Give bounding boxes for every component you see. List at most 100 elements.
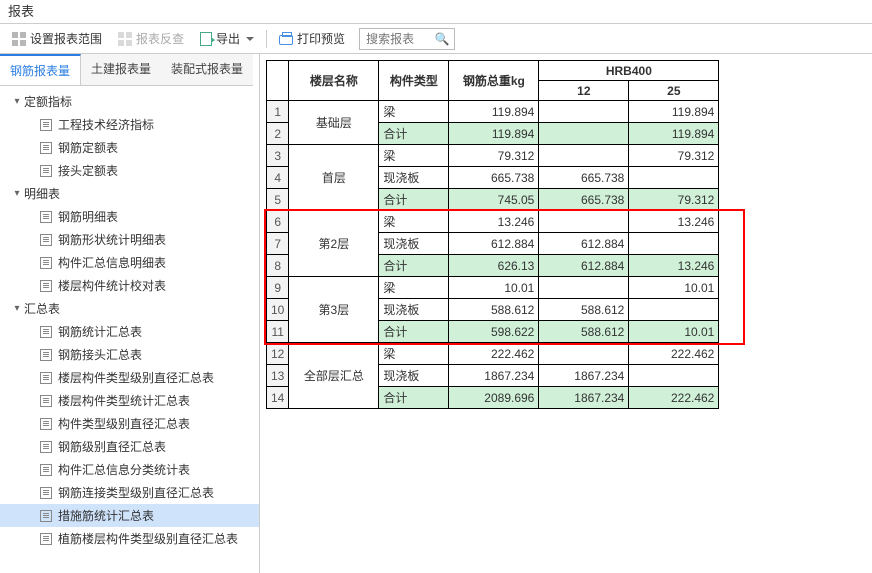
grid-icon <box>12 32 26 46</box>
tree-item-label: 钢筋明细表 <box>58 208 118 225</box>
report-tree: ▾定额指标工程技术经济指标钢筋定额表接头定额表 ▾明细表钢筋明细表钢筋形状统计明细… <box>0 86 259 573</box>
print-preview-button[interactable]: 打印预览 <box>273 27 351 51</box>
tree-item-label: 植筋楼层构件类型级别直径汇总表 <box>58 530 238 547</box>
row-number: 1 <box>267 101 289 123</box>
tree-item[interactable]: 钢筋统计汇总表 <box>0 320 259 343</box>
search-icon[interactable]: 🔍 <box>430 32 454 46</box>
tree-item-label: 接头定额表 <box>58 162 118 179</box>
d12-cell: 665.738 <box>539 167 629 189</box>
document-icon <box>40 280 52 292</box>
weight-cell: 745.05 <box>449 189 539 211</box>
type-cell: 现浇板 <box>379 299 449 321</box>
tree-item[interactable]: 楼层构件类型级别直径汇总表 <box>0 366 259 389</box>
tree-item[interactable]: 构件汇总信息分类统计表 <box>0 458 259 481</box>
d12-cell <box>539 145 629 167</box>
tree-group-g3[interactable]: ▾汇总表 <box>0 297 259 320</box>
weight-cell: 588.612 <box>449 299 539 321</box>
document-icon <box>40 211 52 223</box>
print-icon <box>279 35 293 45</box>
tree-item[interactable]: 钢筋明细表 <box>0 205 259 228</box>
set-range-label: 设置报表范围 <box>30 30 102 47</box>
tree-item[interactable]: 钢筋形状统计明细表 <box>0 228 259 251</box>
export-button[interactable]: 导出 <box>194 27 260 51</box>
tree-group-g2[interactable]: ▾明细表 <box>0 182 259 205</box>
d25-cell: 79.312 <box>629 189 719 211</box>
d12-cell <box>539 123 629 145</box>
weight-cell: 79.312 <box>449 145 539 167</box>
row-number: 7 <box>267 233 289 255</box>
d12-cell <box>539 211 629 233</box>
tree-item[interactable]: 钢筋连接类型级别直径汇总表 <box>0 481 259 504</box>
document-icon <box>40 487 52 499</box>
row-number: 3 <box>267 145 289 167</box>
report-check-label: 报表反查 <box>136 30 184 47</box>
table-row: 1基础层梁119.894119.894 <box>267 101 719 123</box>
tree-item[interactable]: 工程技术经济指标 <box>0 113 259 136</box>
tree-group-g1[interactable]: ▾定额指标 <box>0 90 259 113</box>
weight-cell: 10.01 <box>449 277 539 299</box>
document-icon <box>40 119 52 131</box>
tree-item[interactable]: 植筋楼层构件类型级别直径汇总表 <box>0 527 259 550</box>
row-number: 2 <box>267 123 289 145</box>
document-icon <box>40 533 52 545</box>
print-preview-label: 打印预览 <box>297 30 345 47</box>
tree-item[interactable]: 构件类型级别直径汇总表 <box>0 412 259 435</box>
d12-cell <box>539 277 629 299</box>
tree-item-label: 楼层构件类型统计汇总表 <box>58 392 190 409</box>
search-wrap: 🔍 <box>359 28 455 50</box>
type-cell: 现浇板 <box>379 233 449 255</box>
d25-cell: 13.246 <box>629 255 719 277</box>
row-number: 5 <box>267 189 289 211</box>
tab-prefab[interactable]: 装配式报表量 <box>161 54 253 86</box>
tree-item-label: 钢筋定额表 <box>58 139 118 156</box>
tree-item[interactable]: 钢筋接头汇总表 <box>0 343 259 366</box>
d25-cell: 119.894 <box>629 123 719 145</box>
floor-cell: 全部层汇总 <box>289 343 379 409</box>
d12-cell: 588.612 <box>539 299 629 321</box>
set-range-button[interactable]: 设置报表范围 <box>6 27 108 51</box>
floor-cell: 第2层 <box>289 211 379 277</box>
d25-cell: 119.894 <box>629 101 719 123</box>
tree-item-label: 钢筋连接类型级别直径汇总表 <box>58 484 214 501</box>
tree-item[interactable]: 楼层构件类型统计汇总表 <box>0 389 259 412</box>
type-cell: 梁 <box>379 343 449 365</box>
sidebar: 钢筋报表量 土建报表量 装配式报表量 ▾定额指标工程技术经济指标钢筋定额表接头定… <box>0 54 260 573</box>
tree-item[interactable]: 措施筋统计汇总表 <box>0 504 259 527</box>
row-number: 6 <box>267 211 289 233</box>
d25-cell: 222.462 <box>629 343 719 365</box>
row-number: 8 <box>267 255 289 277</box>
tree-item[interactable]: 构件汇总信息明细表 <box>0 251 259 274</box>
d25-cell <box>629 233 719 255</box>
d25-cell: 10.01 <box>629 277 719 299</box>
d25-cell <box>629 167 719 189</box>
tab-civil[interactable]: 土建报表量 <box>81 54 161 86</box>
type-cell: 合计 <box>379 123 449 145</box>
tree-item[interactable]: 钢筋级别直径汇总表 <box>0 435 259 458</box>
document-icon <box>40 441 52 453</box>
table-row: 12全部层汇总梁222.462222.462 <box>267 343 719 365</box>
weight-cell: 598.622 <box>449 321 539 343</box>
document-icon <box>40 349 52 361</box>
d12-cell: 588.612 <box>539 321 629 343</box>
export-label: 导出 <box>216 30 240 47</box>
table-row: 9第3层梁10.0110.01 <box>267 277 719 299</box>
type-cell: 合计 <box>379 255 449 277</box>
document-icon <box>40 257 52 269</box>
tab-rebar[interactable]: 钢筋报表量 <box>0 54 81 86</box>
document-icon <box>40 464 52 476</box>
document-icon <box>40 142 52 154</box>
tree-item[interactable]: 钢筋定额表 <box>0 136 259 159</box>
d12-cell <box>539 101 629 123</box>
report-content: 楼层名称构件类型钢筋总重kgHRB40012251基础层梁119.894119.… <box>260 54 872 573</box>
floor-cell: 基础层 <box>289 101 379 145</box>
type-cell: 现浇板 <box>379 365 449 387</box>
row-number: 12 <box>267 343 289 365</box>
document-icon <box>40 165 52 177</box>
weight-cell: 119.894 <box>449 101 539 123</box>
tree-item[interactable]: 接头定额表 <box>0 159 259 182</box>
tree-item[interactable]: 楼层构件统计校对表 <box>0 274 259 297</box>
row-number: 9 <box>267 277 289 299</box>
type-cell: 现浇板 <box>379 167 449 189</box>
row-number: 10 <box>267 299 289 321</box>
search-input[interactable] <box>360 29 430 49</box>
